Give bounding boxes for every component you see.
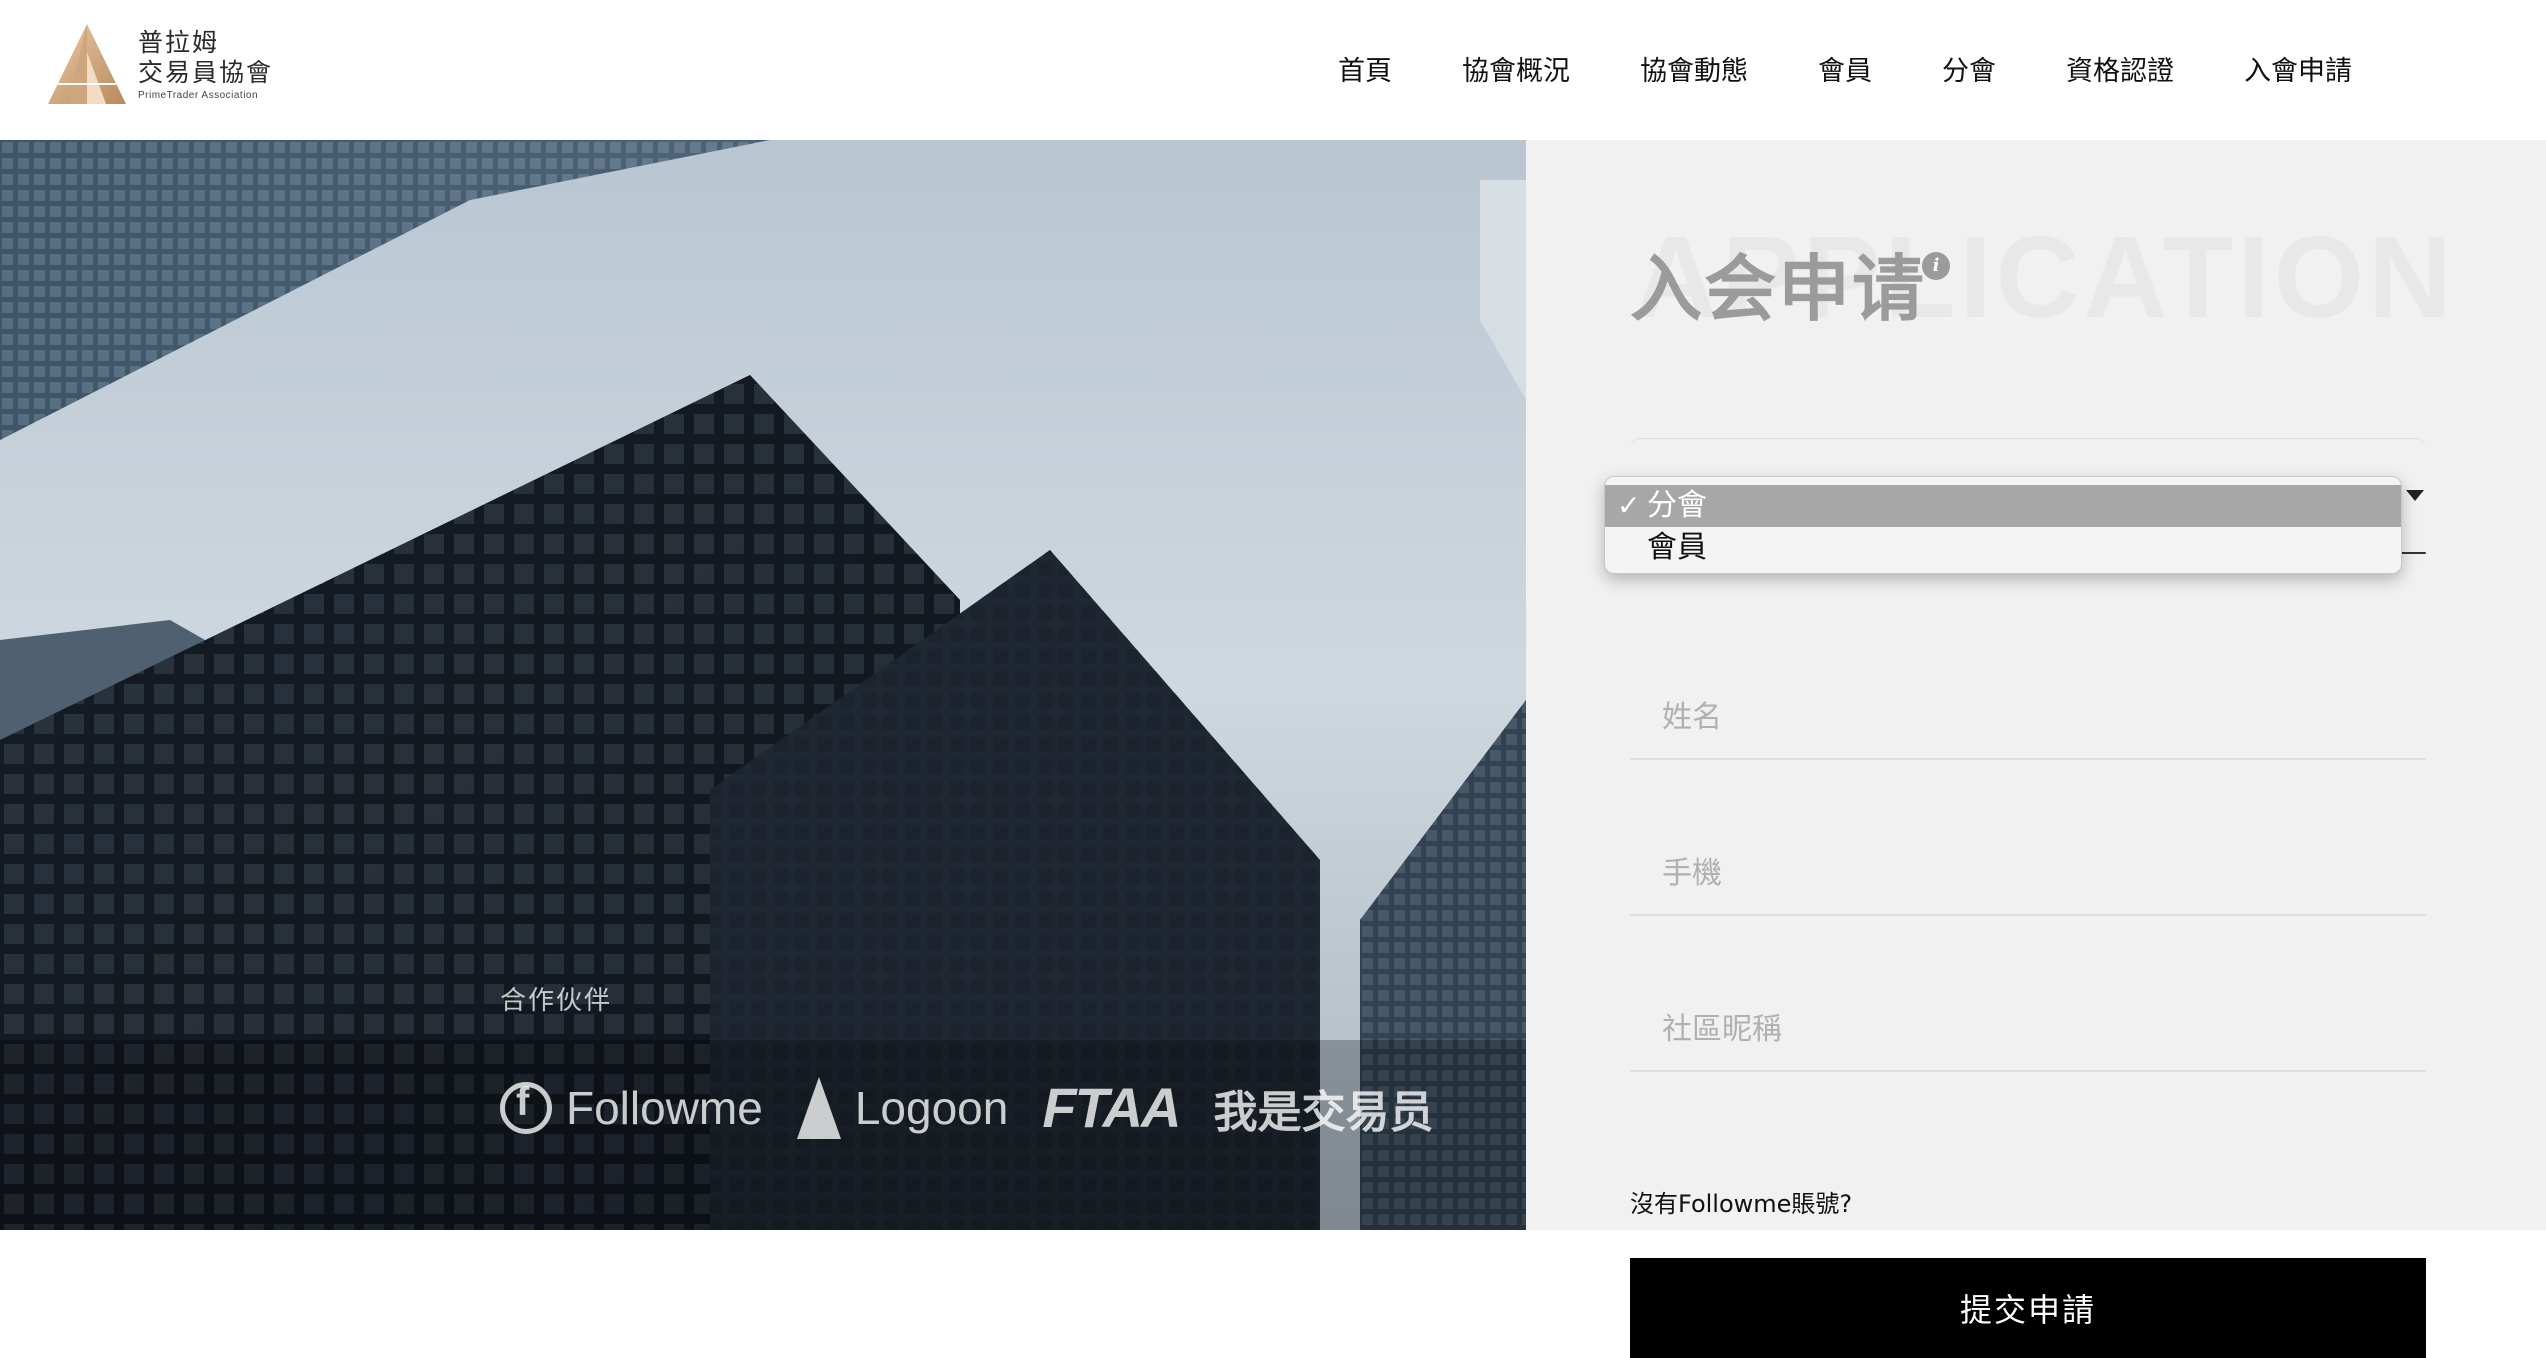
dropdown-option-label: 會員 xyxy=(1647,530,1707,565)
community-nickname-input[interactable] xyxy=(1630,962,2426,1070)
sail-icon xyxy=(796,1076,841,1139)
nav-home[interactable]: 首頁 xyxy=(1338,50,1392,94)
partner-iamtrader-logo[interactable]: 我是交易员 xyxy=(1213,1076,1433,1140)
nav-members[interactable]: 會員 xyxy=(1818,50,1872,94)
checkmark-icon: ✓ xyxy=(1617,489,1641,522)
info-icon[interactable]: i xyxy=(1922,252,1950,280)
submit-application-button[interactable]: 提交申請 xyxy=(1630,1258,2426,1358)
dropdown-option-member[interactable]: 會員 xyxy=(1605,527,2401,569)
dropdown-option-branch[interactable]: ✓ 分會 xyxy=(1605,485,2401,527)
nav-certification[interactable]: 資格認證 xyxy=(2066,50,2174,94)
partner-logoon-name: Logoon xyxy=(854,1081,1009,1134)
nickname-field xyxy=(1630,962,2426,1072)
phone-input[interactable] xyxy=(1630,806,2426,914)
phone-field xyxy=(1630,806,2426,916)
partner-ftaa-logo[interactable]: FTAA xyxy=(1042,1075,1181,1140)
membership-type-dropdown: ✓ 分會 會員 xyxy=(1604,476,2402,574)
skyscrapers-image xyxy=(0,140,1526,1230)
partner-followme-logo[interactable]: Followme xyxy=(500,1080,763,1135)
logo-text: 普拉姆 交易員協會 PrimeTrader Association xyxy=(138,28,273,101)
logo-triangle-icon xyxy=(48,24,126,104)
hero-image: 合作伙伴 Followme Logoon FTAA 我是交易员 xyxy=(0,140,1526,1230)
form-title: 入会申请 xyxy=(1630,247,1927,331)
name-field xyxy=(1630,650,2426,760)
nav-branches[interactable]: 分會 xyxy=(1942,50,1996,94)
logo-line-1: 普拉姆 xyxy=(138,27,220,57)
logo-line-2: 交易員協會 xyxy=(138,57,274,87)
site-header: 普拉姆 交易員協會 PrimeTrader Association 首頁 協會概… xyxy=(0,0,2546,140)
nav-about[interactable]: 協會概況 xyxy=(1462,50,1570,94)
name-input[interactable] xyxy=(1630,650,2426,758)
main-nav: 首頁 協會概況 協會動態 會員 分會 資格認證 入會申請 xyxy=(1338,50,2352,94)
no-followme-account-link[interactable]: 沒有Followme賬號? xyxy=(1630,1184,1852,1219)
nav-apply[interactable]: 入會申請 xyxy=(2244,50,2352,94)
dropdown-option-label: 分會 xyxy=(1647,488,1707,523)
partner-logos: Followme Logoon FTAA 我是交易员 xyxy=(500,1075,1467,1140)
followme-icon xyxy=(500,1080,552,1134)
chevron-down-icon[interactable] xyxy=(2406,490,2424,501)
partner-followme-name: Followme xyxy=(566,1081,763,1134)
application-panel: APPLICATION 入会申请 i ✓ 分會 會員 沒有Followme賬號?… xyxy=(1526,140,2546,1358)
logo-english: PrimeTrader Association xyxy=(138,89,259,101)
partners-title: 合作伙伴 xyxy=(500,986,613,1016)
site-logo[interactable]: 普拉姆 交易員協會 PrimeTrader Association xyxy=(46,22,286,106)
partner-logoon-logo[interactable]: Logoon xyxy=(796,1076,1009,1139)
nav-news[interactable]: 協會動態 xyxy=(1640,50,1748,94)
